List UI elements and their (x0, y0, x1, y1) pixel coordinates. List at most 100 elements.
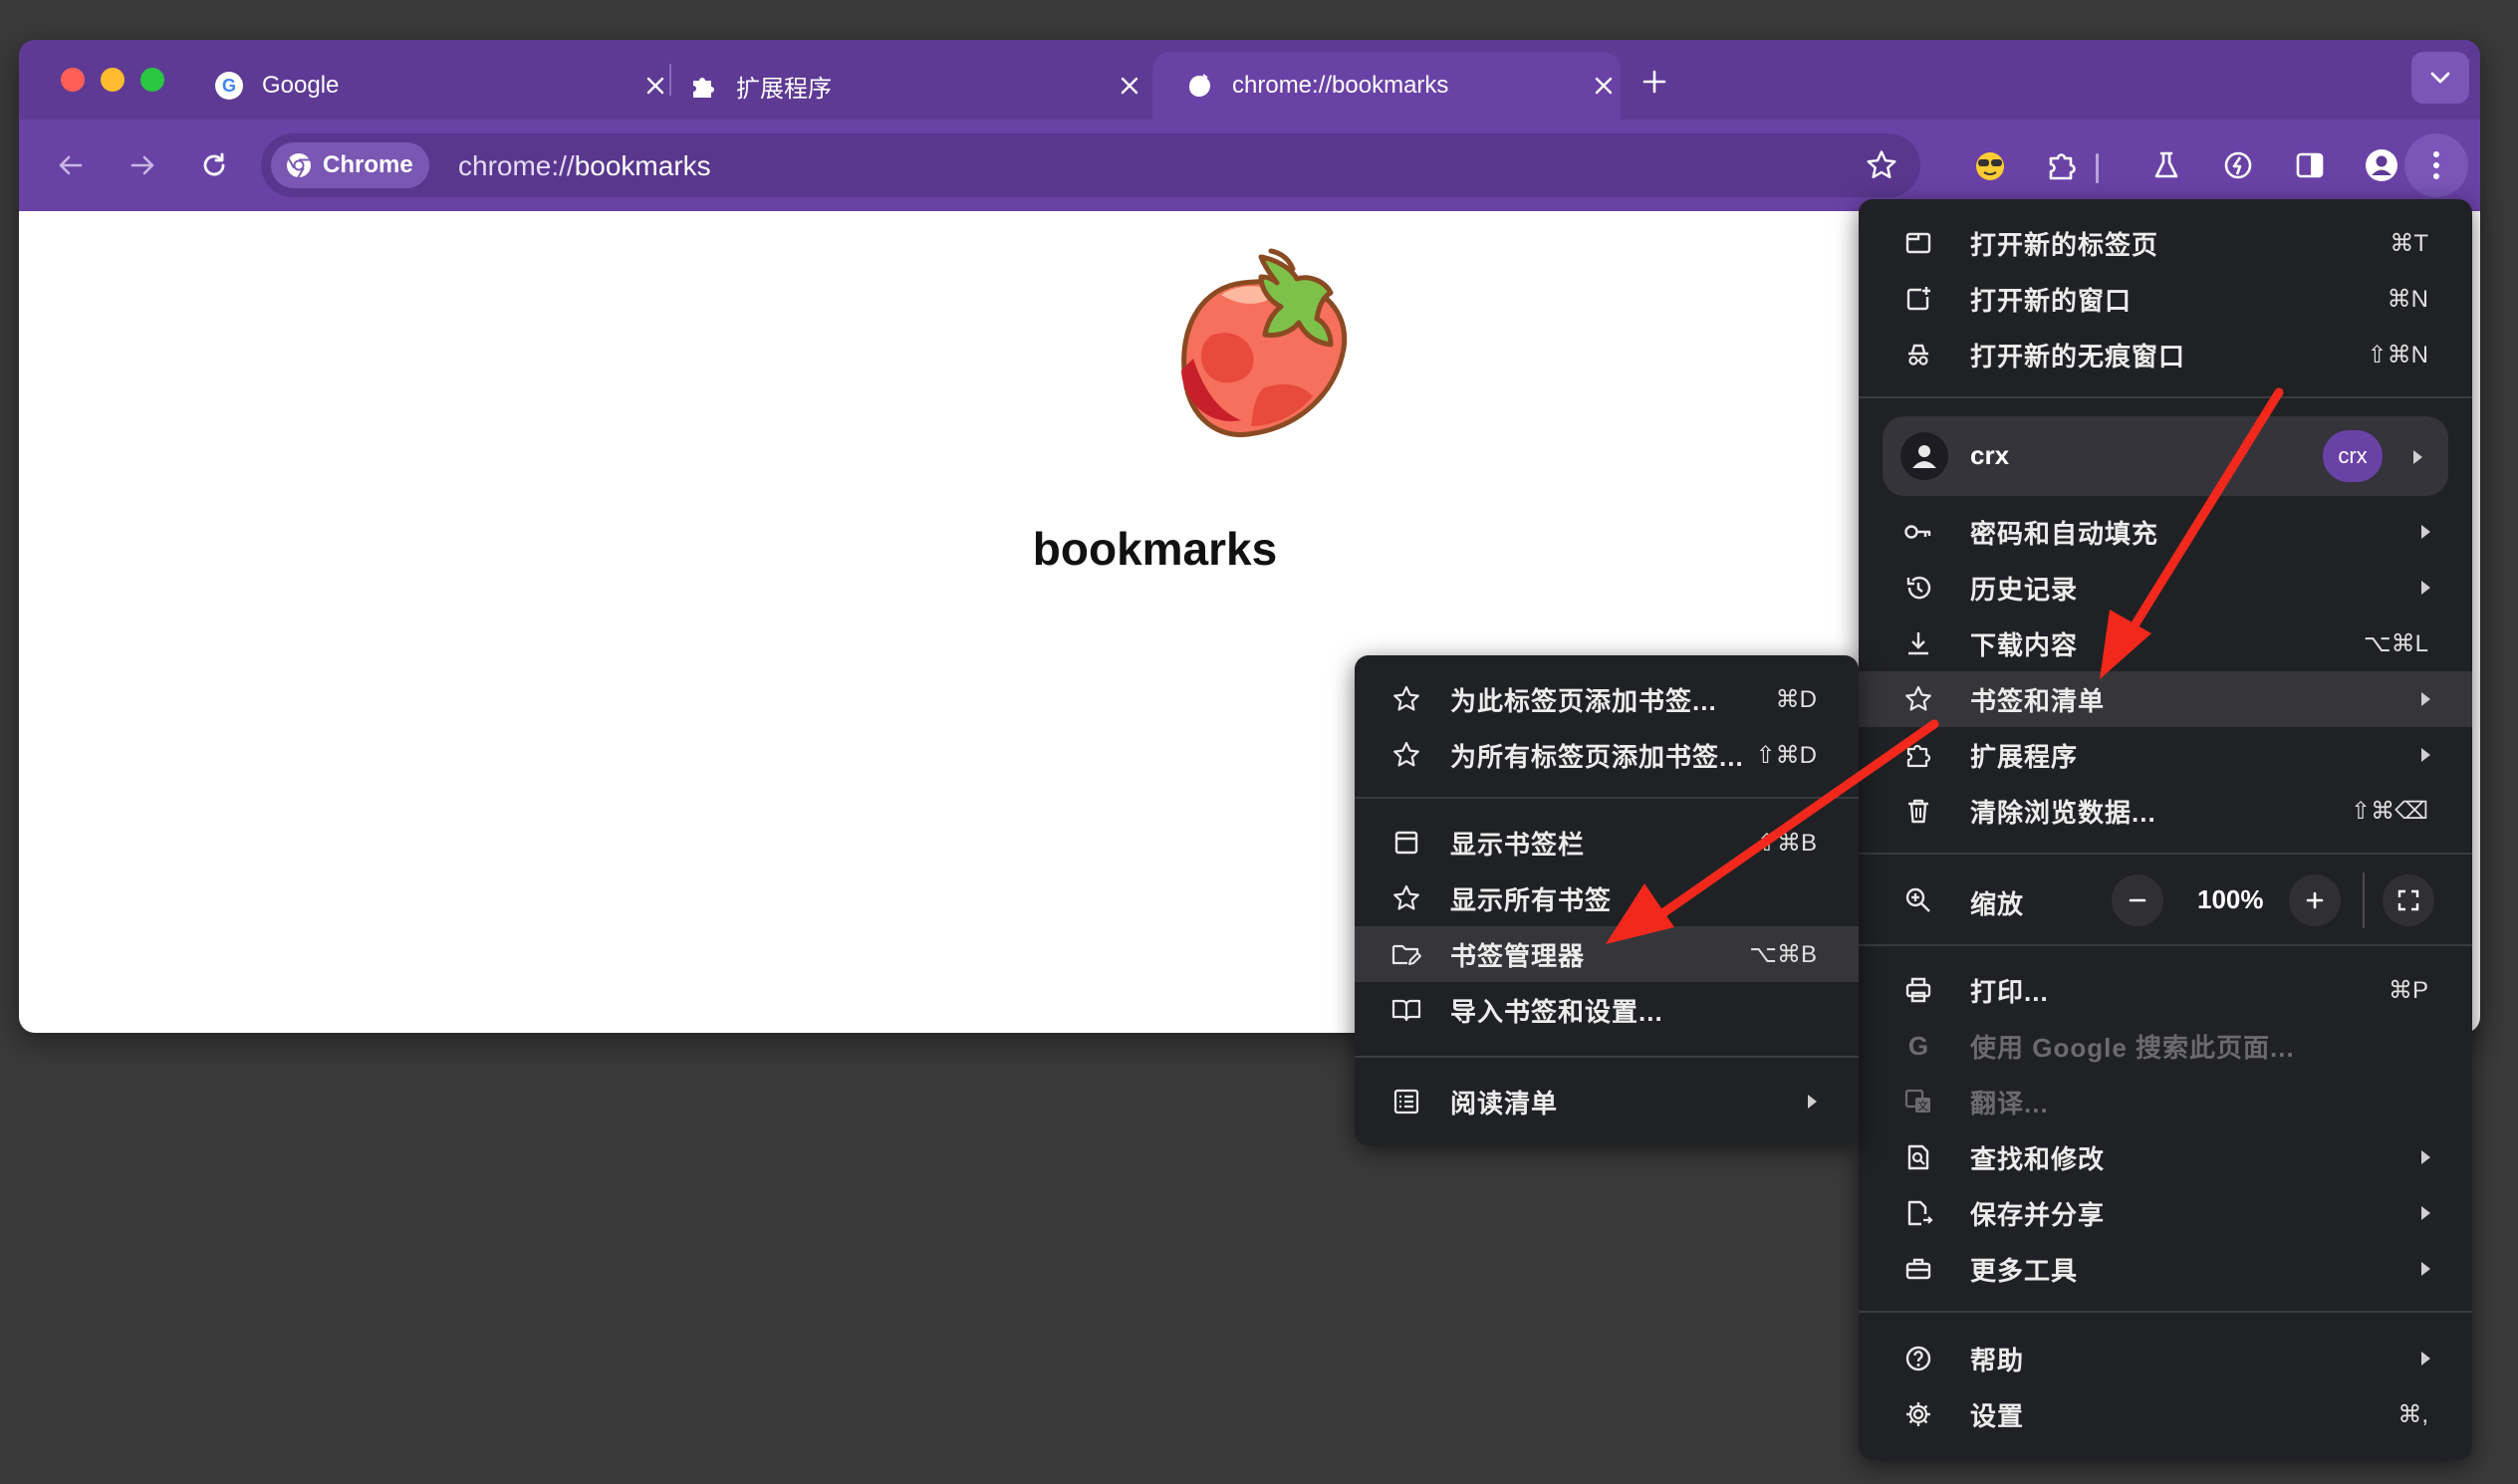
submenu-item-show-all-bookmarks[interactable]: 显示所有书签 (1355, 870, 1859, 926)
menu-item-save-and-share[interactable]: 保存并分享 (1859, 1185, 2472, 1241)
chevron-right-icon (2421, 525, 2430, 539)
svg-text:G: G (222, 76, 236, 96)
tab-close-icon[interactable] (1587, 69, 1621, 103)
menu-item-settings[interactable]: 设置 ⌘, (1859, 1386, 2472, 1442)
menu-label: 打开新的无痕窗口 (1970, 341, 2186, 371)
zoom-out-button[interactable] (2112, 874, 2163, 926)
tab-bookmarks-active[interactable]: chrome://bookmarks (1152, 52, 1621, 120)
window-close-button[interactable] (61, 68, 85, 92)
menu-item-more-tools[interactable]: 更多工具 (1859, 1241, 2472, 1297)
star-icon (1390, 739, 1422, 771)
find-icon (1902, 1141, 1934, 1173)
chevron-right-icon (2421, 1206, 2430, 1220)
key-icon (1902, 516, 1934, 548)
profile-row[interactable]: crx crx (1883, 416, 2448, 496)
menu-shortcut: ⇧⌘N (2367, 341, 2428, 369)
new-tab-icon (1902, 227, 1934, 259)
url-scheme: chrome:// (458, 150, 575, 181)
tab-google[interactable]: G Google (214, 52, 672, 120)
menu-item-history[interactable]: 历史记录 (1859, 560, 2472, 616)
reload-icon (203, 152, 225, 176)
tab-title: 扩展程序 (736, 75, 832, 103)
menu-item-incognito[interactable]: 打开新的无痕窗口 ⇧⌘N (1859, 327, 2472, 382)
tab-strip: G Google 扩展程序 chrome://bookmarks (19, 40, 2480, 120)
profile-badge: crx (2323, 430, 2383, 482)
menu-label: 导入书签和设置... (1450, 996, 1663, 1027)
profile-avatar-icon[interactable] (2360, 143, 2403, 187)
submenu-item-import-bookmarks[interactable]: 导入书签和设置... (1355, 982, 1859, 1038)
chrome-logo-icon (287, 153, 311, 178)
emoji-extension-icon[interactable] (1968, 143, 2012, 187)
menu-item-help[interactable]: 帮助 (1859, 1331, 2472, 1386)
plus-icon (2306, 891, 2324, 909)
profile-name: crx (1970, 440, 2010, 470)
menu-label: 打印... (1970, 976, 2049, 1007)
menu-item-translate: 文 翻译... (1859, 1074, 2472, 1129)
tab-close-icon[interactable] (638, 69, 672, 103)
url-text[interactable]: chrome://bookmarks (458, 150, 711, 182)
chevron-right-icon (1808, 1095, 1817, 1109)
submenu-item-bookmark-this-tab[interactable]: 为此标签页添加书签... ⌘D (1355, 671, 1859, 727)
menu-item-downloads[interactable]: 下载内容 ⌥⌘L (1859, 616, 2472, 671)
window-minimize-button[interactable] (101, 68, 125, 92)
svg-text:G: G (1908, 1031, 1928, 1061)
menu-label: 设置 (1970, 1400, 2025, 1431)
menu-shortcut: ⇧⌘⌫ (2350, 797, 2428, 825)
fullscreen-icon (2397, 889, 2419, 911)
tab-extensions[interactable]: 扩展程序 (688, 52, 1146, 120)
menu-item-new-window[interactable]: 打开新的窗口 ⌘N (1859, 271, 2472, 327)
menu-label: 清除浏览数据... (1970, 797, 2156, 828)
svg-text:文: 文 (1917, 1099, 1928, 1113)
zoom-in-button[interactable] (2289, 874, 2341, 926)
arrow-right-icon (130, 155, 154, 175)
menu-item-clear-data[interactable]: 清除浏览数据... ⇧⌘⌫ (1859, 783, 2472, 839)
menu-item-find-and-edit[interactable]: 查找和修改 (1859, 1129, 2472, 1185)
chevron-down-icon (2430, 72, 2450, 84)
menu-shortcut: ⌘N (2387, 285, 2428, 313)
site-info-chip[interactable]: Chrome (271, 142, 429, 188)
menu-label: 阅读清单 (1450, 1088, 1559, 1118)
window-maximize-button[interactable] (140, 68, 164, 92)
bookmarks-submenu: 为此标签页添加书签... ⌘D 为所有标签页添加书签... ⇧⌘D 显示书签栏 … (1355, 655, 1859, 1145)
side-panel-icon[interactable] (2288, 143, 2332, 187)
tab-close-icon[interactable] (1113, 69, 1146, 103)
menu-item-passwords[interactable]: 密码和自动填充 (1859, 504, 2472, 560)
toolbox-icon (1902, 1253, 1934, 1285)
trash-icon (1902, 795, 1934, 827)
submenu-item-bookmark-all-tabs[interactable]: 为所有标签页添加书签... ⇧⌘D (1355, 727, 1859, 783)
help-icon (1902, 1343, 1934, 1374)
gear-icon (1902, 1398, 1934, 1430)
save-share-icon (1902, 1197, 1934, 1229)
bookmark-star-icon[interactable] (1865, 148, 1898, 182)
chrome-main-menu: 打开新的标签页 ⌘T 打开新的窗口 ⌘N 打开新的无痕窗口 ⇧⌘N crx cr… (1859, 199, 2472, 1460)
new-tab-button[interactable] (1635, 62, 1674, 102)
address-bar[interactable]: Chrome chrome://bookmarks (261, 133, 1920, 197)
tab-search-button[interactable] (2411, 52, 2469, 104)
reload-button[interactable] (192, 143, 236, 187)
chrome-menu-button[interactable] (2404, 133, 2468, 197)
submenu-item-reading-list[interactable]: 阅读清单 (1355, 1074, 1859, 1129)
menu-item-extensions[interactable]: 扩展程序 (1859, 727, 2472, 783)
forward-button[interactable] (121, 143, 164, 187)
labs-flask-icon[interactable] (2144, 143, 2188, 187)
translate-icon: 文 (1902, 1086, 1934, 1117)
menu-label: 下载内容 (1970, 629, 2079, 660)
menu-shortcut: ⌘T (2390, 229, 2428, 257)
submenu-item-bookmark-manager[interactable]: 书签管理器 ⌥⌘B (1355, 926, 1859, 982)
menu-shortcut: ⌥⌘B (1749, 940, 1817, 968)
zoom-divider (2363, 872, 2365, 928)
menu-item-bookmarks-and-lists[interactable]: 书签和清单 (1859, 671, 2472, 727)
fullscreen-button[interactable] (2383, 874, 2434, 926)
menu-item-print[interactable]: 打印... ⌘P (1859, 962, 2472, 1018)
performance-icon[interactable] (2216, 143, 2260, 187)
back-button[interactable] (49, 143, 93, 187)
extensions-puzzle-icon[interactable] (2040, 143, 2084, 187)
menu-separator (1355, 1056, 1859, 1058)
menu-label: 更多工具 (1970, 1255, 2079, 1286)
star-icon (1902, 683, 1934, 715)
chevron-right-icon (2421, 692, 2430, 706)
toolbar-separator (2096, 153, 2099, 183)
submenu-item-show-bookmarks-bar[interactable]: 显示书签栏 ⇧⌘B (1355, 815, 1859, 870)
menu-item-new-tab[interactable]: 打开新的标签页 ⌘T (1859, 215, 2472, 271)
menu-shortcut: ⇧⌘D (1755, 741, 1817, 769)
